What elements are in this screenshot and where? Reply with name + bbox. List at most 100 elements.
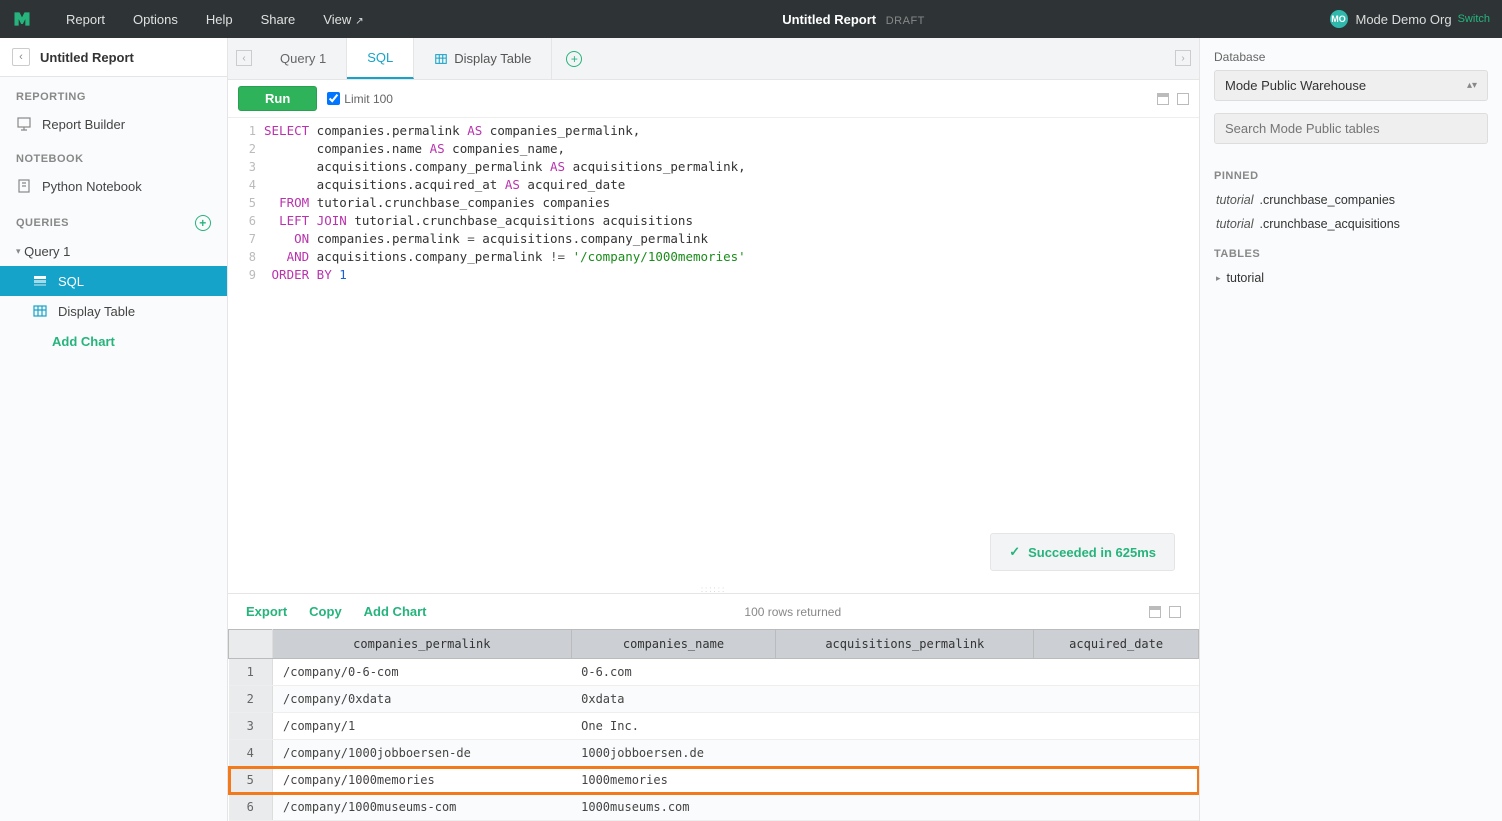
schema-item[interactable]: ▸ tutorial: [1214, 266, 1488, 290]
sql-code[interactable]: SELECT companies.permalink AS companies_…: [264, 118, 746, 585]
add-tab-button[interactable]: +: [566, 51, 582, 67]
table-cell: 1000museums.com: [571, 794, 776, 821]
limit-checkbox-input[interactable]: [327, 92, 340, 105]
table-row[interactable]: 4/company/1000jobboersen-de1000jobboerse…: [229, 740, 1199, 767]
external-icon: ↗: [355, 16, 363, 27]
org-switcher[interactable]: MO Mode Demo Org Switch: [1330, 10, 1491, 28]
table-cell: [776, 713, 1034, 740]
row-number: 5: [229, 767, 273, 794]
table-cell: [776, 659, 1034, 686]
menu-share[interactable]: Share: [247, 12, 310, 27]
database-select[interactable]: Mode Public Warehouse ▴▾: [1214, 70, 1488, 101]
table-cell: [776, 794, 1034, 821]
row-number: 3: [229, 713, 273, 740]
table-cell: /company/0xdata: [273, 686, 572, 713]
row-number: 2: [229, 686, 273, 713]
menu-options[interactable]: Options: [119, 12, 192, 27]
layout-icon-1[interactable]: [1157, 93, 1169, 105]
table-row[interactable]: 1/company/0-6-com0-6.com: [229, 659, 1199, 686]
sidebar-add-chart[interactable]: Add Chart: [0, 326, 227, 357]
table-cell: [1034, 713, 1199, 740]
line-gutter: 123456789: [228, 118, 264, 585]
pinned-header: PINNED: [1214, 170, 1488, 182]
table-icon: [434, 52, 448, 66]
table-cell: /company/1000jobboersen-de: [273, 740, 572, 767]
panel-next-button[interactable]: ›: [1175, 50, 1191, 66]
expand-icon: ▸: [1216, 273, 1221, 284]
table-cell: /company/0-6-com: [273, 659, 572, 686]
add-chart-button[interactable]: Add Chart: [364, 604, 427, 619]
sidebar-report-builder[interactable]: Report Builder: [0, 109, 227, 139]
table-row[interactable]: 5/company/1000memories1000memories: [229, 767, 1199, 794]
table-search-input[interactable]: [1214, 113, 1488, 144]
collapse-icon: ▾: [16, 246, 21, 257]
sidebar-sql[interactable]: SQL: [0, 266, 227, 296]
tab-query-1[interactable]: Query 1: [260, 38, 347, 79]
query-status: ✓ Succeeded in 625ms: [990, 533, 1175, 571]
sidebar-query-1[interactable]: ▾ Query 1: [0, 237, 227, 266]
draft-badge: DRAFT: [886, 15, 925, 27]
editor-tabs: ‹ Query 1 SQL Display Table + ›: [228, 38, 1199, 80]
sidebar-python-notebook[interactable]: Python Notebook: [0, 171, 227, 201]
table-cell: 0-6.com: [571, 659, 776, 686]
layout-icon-2[interactable]: [1177, 93, 1189, 105]
rownum-header: [229, 630, 273, 659]
row-number: 4: [229, 740, 273, 767]
tables-header: TABLES: [1214, 248, 1488, 260]
copy-button[interactable]: Copy: [309, 604, 342, 619]
sql-icon: [32, 273, 48, 289]
back-button[interactable]: ‹: [12, 48, 30, 66]
table-cell: /company/1000memories: [273, 767, 572, 794]
left-sidebar: ‹ Untitled Report REPORTING Report Build…: [0, 38, 228, 821]
tab-display-table[interactable]: Display Table: [414, 38, 552, 79]
table-cell: [1034, 686, 1199, 713]
schema-panel: Database Mode Public Warehouse ▴▾ PINNED…: [1200, 38, 1502, 821]
results-toolbar: Export Copy Add Chart 100 rows returned: [228, 593, 1199, 629]
switch-link[interactable]: Switch: [1458, 13, 1490, 25]
table-cell: 1000jobboersen.de: [571, 740, 776, 767]
menu-report[interactable]: Report: [52, 12, 119, 27]
menu-help[interactable]: Help: [192, 12, 247, 27]
pinned-table[interactable]: tutorial.crunchbase_companies: [1214, 188, 1488, 212]
sidebar-display-table[interactable]: Display Table: [0, 296, 227, 326]
table-icon: [32, 303, 48, 319]
resize-handle[interactable]: ::::::: [228, 585, 1199, 593]
section-reporting: REPORTING: [0, 77, 227, 109]
rows-returned: 100 rows returned: [744, 605, 841, 619]
table-cell: [1034, 767, 1199, 794]
check-icon: ✓: [1009, 544, 1020, 560]
top-navbar: Report Options Help Share View↗ Untitled…: [0, 0, 1502, 38]
run-button[interactable]: Run: [238, 86, 317, 111]
org-badge-icon: MO: [1330, 10, 1348, 28]
column-header[interactable]: companies_permalink: [273, 630, 572, 659]
run-bar: Run Limit 100: [228, 80, 1199, 117]
chevron-updown-icon: ▴▾: [1467, 80, 1477, 91]
table-cell: /company/1: [273, 713, 572, 740]
table-cell: [1034, 659, 1199, 686]
export-button[interactable]: Export: [246, 604, 287, 619]
tab-sql[interactable]: SQL: [347, 38, 414, 79]
pinned-table[interactable]: tutorial.crunchbase_acquisitions: [1214, 212, 1488, 236]
results-layout-icon-2[interactable]: [1169, 606, 1181, 618]
presentation-icon: [16, 116, 32, 132]
results-layout-icon-1[interactable]: [1149, 606, 1161, 618]
add-query-button[interactable]: +: [195, 215, 211, 231]
table-row[interactable]: 2/company/0xdata0xdata: [229, 686, 1199, 713]
table-cell: [776, 686, 1034, 713]
sql-editor[interactable]: 123456789 SELECT companies.permalink AS …: [228, 117, 1199, 585]
table-row[interactable]: 6/company/1000museums-com1000museums.com: [229, 794, 1199, 821]
limit-checkbox[interactable]: Limit 100: [327, 92, 393, 106]
menu-view[interactable]: View↗: [309, 12, 377, 27]
table-row[interactable]: 3/company/1One Inc.: [229, 713, 1199, 740]
sidebar-title: Untitled Report: [40, 50, 134, 65]
column-header[interactable]: companies_name: [571, 630, 776, 659]
panel-prev-button[interactable]: ‹: [236, 50, 252, 66]
results-table: companies_permalinkcompanies_nameacquisi…: [228, 629, 1199, 821]
column-header[interactable]: acquired_date: [1034, 630, 1199, 659]
mode-logo-icon: [12, 9, 32, 29]
notebook-icon: [16, 178, 32, 194]
section-queries: QUERIES +: [0, 201, 227, 237]
row-number: 1: [229, 659, 273, 686]
table-cell: [776, 740, 1034, 767]
column-header[interactable]: acquisitions_permalink: [776, 630, 1034, 659]
